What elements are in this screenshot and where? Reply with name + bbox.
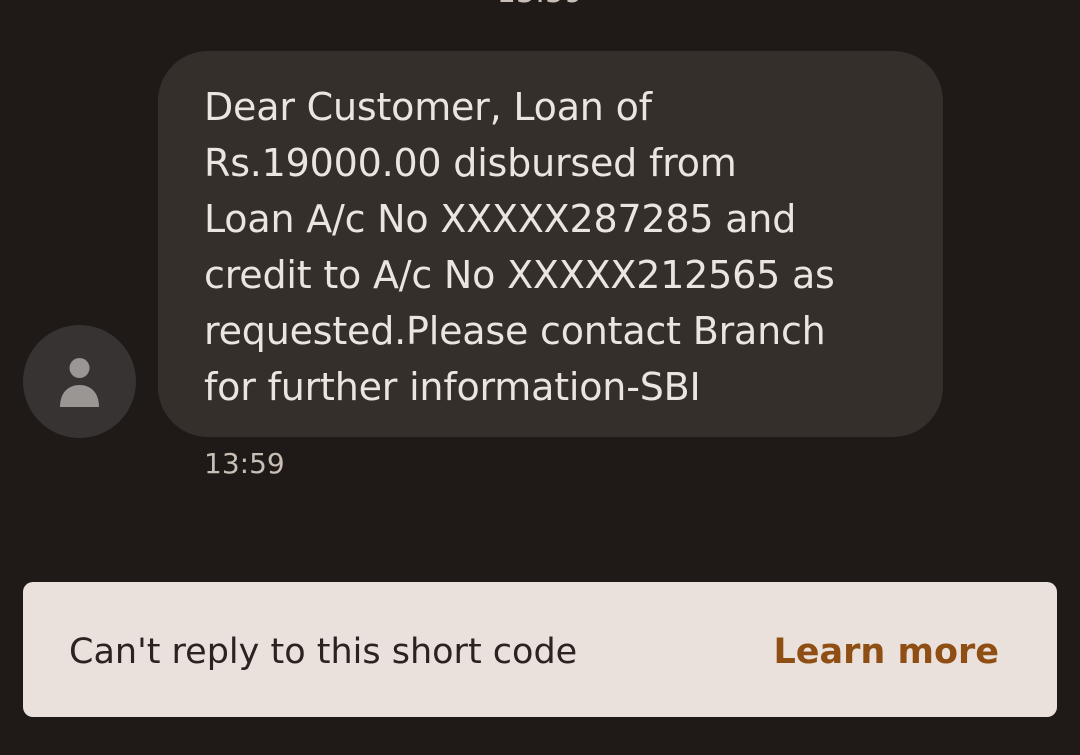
message-timestamp: 13:59 bbox=[204, 447, 285, 480]
previous-message-timestamp: 13:59 bbox=[0, 0, 1080, 8]
sender-avatar[interactable] bbox=[23, 325, 136, 438]
cannot-reply-text: Can't reply to this short code bbox=[69, 632, 578, 672]
message-bubble[interactable]: Dear Customer, Loan of Rs.19000.00 disbu… bbox=[158, 51, 943, 437]
cannot-reply-banner: Can't reply to this short code Learn mor… bbox=[23, 582, 1057, 717]
person-icon bbox=[60, 358, 99, 407]
message-text: Dear Customer, Loan of Rs.19000.00 disbu… bbox=[204, 85, 835, 409]
learn-more-link[interactable]: Learn more bbox=[773, 630, 999, 674]
